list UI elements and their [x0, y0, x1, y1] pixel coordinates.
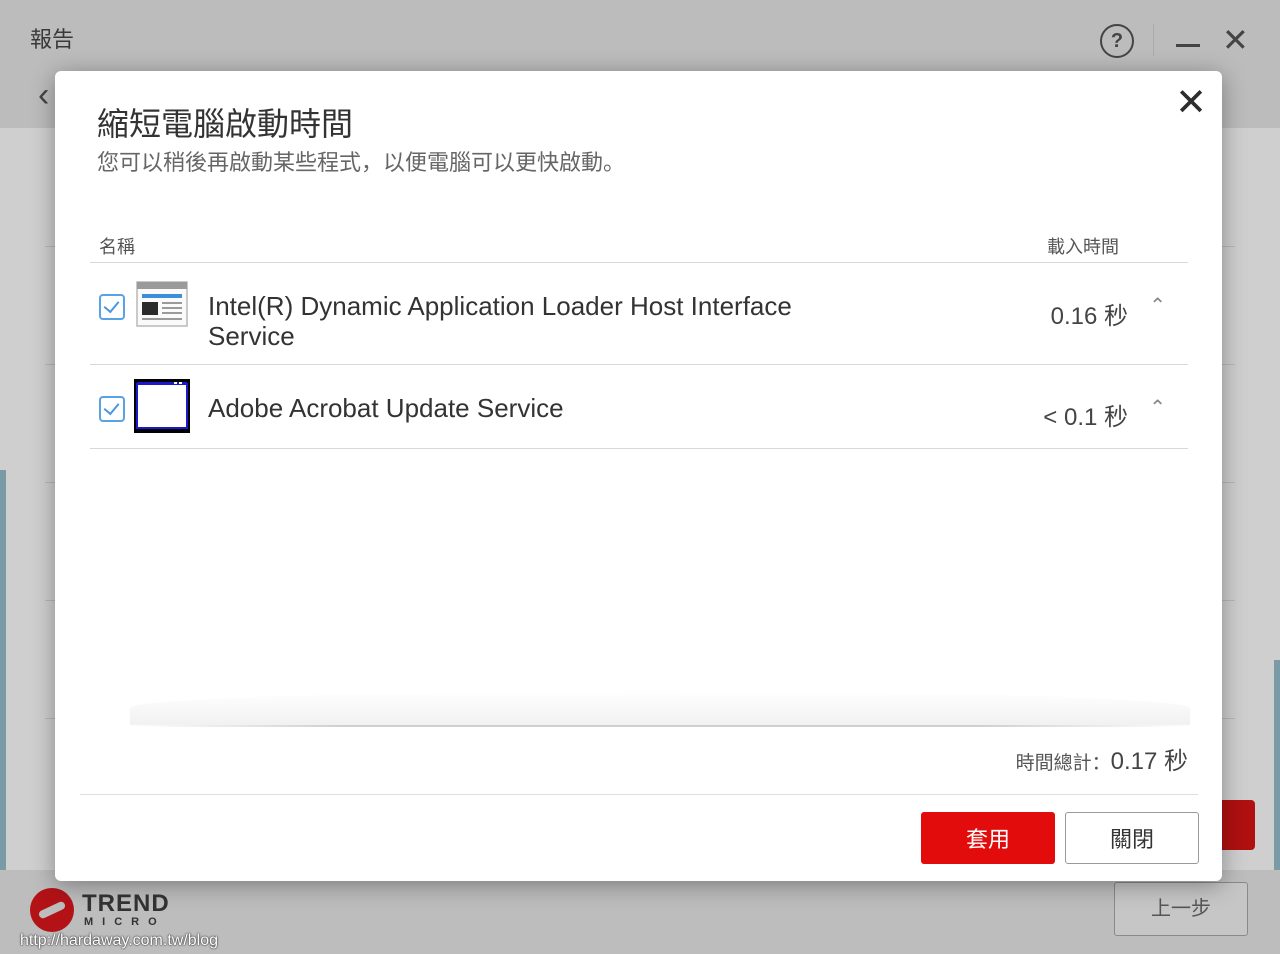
logo-wordmark-sub: MICRO	[84, 916, 166, 928]
total-time: 時間總計：0.17 秒	[1016, 741, 1188, 776]
row-load-time: < 0.1 秒	[1043, 404, 1128, 431]
footer-divider	[80, 794, 1198, 795]
dialog-subtitle: 您可以稍後再啟動某些程式，以便電腦可以更快啟動。	[97, 150, 626, 175]
row-load-time: 0.16 秒	[1050, 303, 1128, 330]
background-title: 報告	[30, 27, 75, 52]
column-header-load-time: 載入時間	[1047, 237, 1119, 257]
back-arrow-icon[interactable]: ‹	[38, 76, 49, 115]
list-item: Intel(R) Dynamic Application Loader Host…	[90, 263, 1188, 363]
titlebar-divider	[1153, 24, 1154, 56]
minimize-icon[interactable]	[1176, 44, 1200, 47]
close-button[interactable]: 關閉	[1065, 812, 1199, 864]
list-end-shadow	[130, 691, 1190, 725]
row-checkbox[interactable]	[99, 396, 125, 422]
previous-button[interactable]: 上一步	[1114, 882, 1248, 936]
dialog-title: 縮短電腦啟動時間	[97, 106, 354, 142]
total-time-label: 時間總計：	[1015, 753, 1111, 774]
desktop-edge	[1274, 660, 1280, 870]
trend-micro-logo-icon	[30, 888, 74, 932]
row-name: Intel(R) Dynamic Application Loader Host…	[208, 291, 792, 351]
column-header-name: 名稱	[99, 237, 135, 257]
chevron-up-icon[interactable]: ⌃	[1149, 395, 1166, 420]
watermark: http://hardaway.com.tw/blog	[20, 932, 219, 949]
row-checkbox[interactable]	[99, 294, 125, 320]
row-name: Adobe Acrobat Update Service	[208, 393, 564, 423]
dialog-close-icon[interactable]: ✕	[1171, 83, 1211, 123]
chevron-up-icon[interactable]: ⌃	[1149, 293, 1166, 318]
desktop-edge	[0, 470, 6, 870]
window-blue-frame-icon	[134, 379, 190, 433]
total-time-value: 0.17 秒	[1110, 748, 1188, 775]
startup-optimization-dialog: ✕ 縮短電腦啟動時間 您可以稍後再啟動某些程式，以便電腦可以更快啟動。 名稱 載…	[55, 71, 1222, 881]
row-divider	[90, 448, 1188, 449]
window-close-icon[interactable]: ✕	[1222, 22, 1249, 58]
trend-micro-logo: TREND MICRO	[30, 888, 170, 934]
logo-wordmark: TREND	[82, 890, 170, 917]
list-end-divider	[130, 725, 1190, 727]
apply-button[interactable]: 套用	[921, 812, 1055, 864]
window-document-icon	[136, 281, 188, 327]
help-icon[interactable]: ?	[1100, 24, 1134, 58]
list-item: Adobe Acrobat Update Service < 0.1 秒 ⌃	[90, 365, 1188, 447]
